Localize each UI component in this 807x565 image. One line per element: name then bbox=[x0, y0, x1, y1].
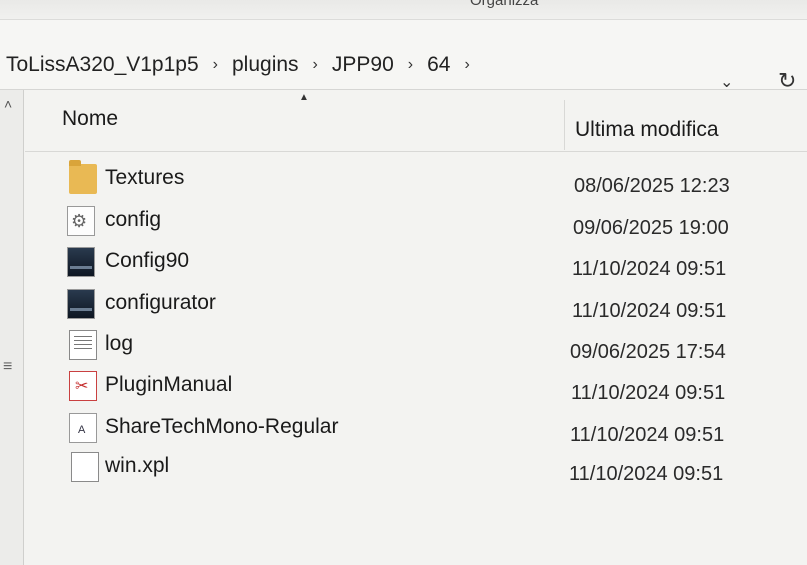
file-date: 09/06/2025 17:54 bbox=[570, 341, 726, 363]
ribbon-title[interactable]: Organizza bbox=[470, 0, 538, 9]
chevron-right-icon[interactable]: › bbox=[396, 56, 425, 74]
chevron-down-icon[interactable]: ⌄ bbox=[720, 72, 733, 92]
column-header-modified[interactable]: Ultima modifica bbox=[575, 118, 719, 142]
column-header: Nome ▲ Ultima modifica bbox=[25, 92, 807, 152]
file-date: 11/10/2024 09:51 bbox=[569, 463, 724, 485]
breadcrumb-item-plugins[interactable]: plugins bbox=[230, 53, 301, 77]
file-name: ShareTechMono-Regular bbox=[105, 415, 339, 438]
text-file-icon bbox=[69, 330, 97, 360]
column-header-name[interactable]: Nome bbox=[62, 107, 118, 131]
file-date: 11/10/2024 09:51 bbox=[571, 382, 726, 404]
folder-icon bbox=[69, 160, 97, 194]
file-date: 08/06/2025 12:23 bbox=[574, 175, 730, 197]
generic-file-icon bbox=[71, 452, 99, 482]
breadcrumb-item-jpp90[interactable]: JPP90 bbox=[330, 53, 396, 77]
breadcrumb-item-tolissa320[interactable]: ToLissA320_V1p1p5 bbox=[4, 53, 201, 77]
file-row-config[interactable]: config 09/06/2025 19:00 bbox=[25, 200, 807, 240]
file-date: 11/10/2024 09:51 bbox=[572, 258, 727, 280]
file-row-configurator[interactable]: configurator 11/10/2024 09:51 bbox=[25, 283, 807, 323]
file-row-log[interactable]: log 09/06/2025 17:54 bbox=[25, 324, 807, 364]
file-date: 11/10/2024 09:51 bbox=[572, 300, 727, 322]
file-row-pluginmanual[interactable]: PluginManual 11/10/2024 09:51 bbox=[25, 365, 807, 405]
file-name: PluginManual bbox=[105, 373, 233, 396]
address-bar[interactable]: ToLissA320_V1p1p5 › plugins › JPP90 › 64… bbox=[0, 20, 807, 93]
chevron-right-icon[interactable]: › bbox=[301, 56, 330, 74]
navigation-pane[interactable]: ˄ ≡ bbox=[0, 90, 24, 565]
file-date: 09/06/2025 19:00 bbox=[573, 217, 729, 239]
file-date: 11/10/2024 09:51 bbox=[570, 424, 725, 446]
file-row-win-xpl[interactable]: win.xpl 11/10/2024 09:51 bbox=[25, 446, 807, 486]
file-name: configurator bbox=[105, 291, 216, 314]
chevron-right-icon[interactable]: › bbox=[452, 56, 481, 74]
file-name: log bbox=[105, 332, 134, 355]
sort-ascending-icon: ▲ bbox=[299, 92, 309, 103]
file-name: Config90 bbox=[105, 249, 190, 272]
config-file-icon bbox=[67, 206, 95, 236]
chevron-right-icon[interactable]: › bbox=[201, 56, 230, 74]
breadcrumb: ToLissA320_V1p1p5 › plugins › JPP90 › 64… bbox=[4, 53, 482, 77]
scroll-up-icon[interactable]: ˄ bbox=[4, 96, 12, 112]
file-row-sharetechmono[interactable]: ShareTechMono-Regular 11/10/2024 09:51 bbox=[25, 407, 807, 447]
file-name: Textures bbox=[105, 166, 185, 189]
image-file-icon bbox=[67, 289, 95, 319]
file-name: win.xpl bbox=[105, 454, 170, 477]
file-row-config90[interactable]: Config90 11/10/2024 09:51 bbox=[25, 241, 807, 281]
image-file-icon bbox=[67, 247, 95, 277]
pdf-file-icon bbox=[69, 371, 97, 401]
column-divider[interactable] bbox=[564, 100, 565, 150]
file-name: config bbox=[105, 208, 162, 231]
font-file-icon bbox=[69, 413, 97, 443]
file-row-textures[interactable]: Textures 08/06/2025 12:23 bbox=[25, 158, 807, 198]
breadcrumb-item-64[interactable]: 64 bbox=[425, 53, 452, 77]
refresh-icon[interactable]: ↻ bbox=[778, 68, 796, 94]
pane-resize-grip-icon[interactable]: ≡ bbox=[3, 358, 12, 376]
ribbon-strip: Organizza bbox=[0, 0, 807, 20]
